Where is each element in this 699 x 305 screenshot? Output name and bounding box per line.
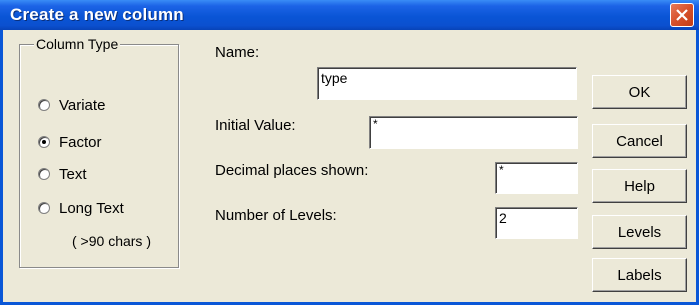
name-label: Name: [215, 44, 260, 61]
help-button[interactable]: Help [592, 169, 687, 203]
levels-button[interactable]: Levels [592, 215, 687, 249]
radio-label: Variate [59, 96, 106, 114]
levels-count-label: Number of Levels: [215, 207, 337, 224]
levels-count-input[interactable]: 2 [495, 207, 578, 239]
initial-value-input[interactable]: * [369, 116, 578, 149]
radio-label: Factor [59, 133, 102, 151]
title-bar[interactable]: Create a new column [0, 0, 699, 30]
radio-button-selected[interactable] [38, 136, 50, 148]
radio-factor[interactable]: Factor [38, 133, 102, 151]
name-input[interactable]: type [317, 67, 577, 100]
radio-button[interactable] [38, 202, 50, 214]
radio-text[interactable]: Text [38, 165, 87, 183]
cancel-button[interactable]: Cancel [592, 124, 687, 158]
close-button[interactable] [670, 3, 694, 27]
radio-label: Long Text [59, 199, 124, 217]
long-text-note: ( >90 chars ) [72, 233, 151, 249]
radio-button[interactable] [38, 99, 50, 111]
radio-label: Text [59, 165, 87, 183]
decimal-places-label: Decimal places shown: [215, 162, 369, 179]
radio-long-text[interactable]: Long Text [38, 199, 124, 217]
radio-button[interactable] [38, 168, 50, 180]
close-icon [676, 9, 688, 21]
initial-value-label: Initial Value: [215, 117, 296, 134]
radio-variate[interactable]: Variate [38, 96, 105, 114]
decimal-places-input[interactable]: * [495, 162, 578, 194]
dialog-title: Create a new column [10, 5, 184, 24]
column-type-legend: Column Type [34, 36, 121, 52]
ok-button[interactable]: OK [592, 75, 687, 109]
labels-button[interactable]: Labels [592, 258, 687, 292]
